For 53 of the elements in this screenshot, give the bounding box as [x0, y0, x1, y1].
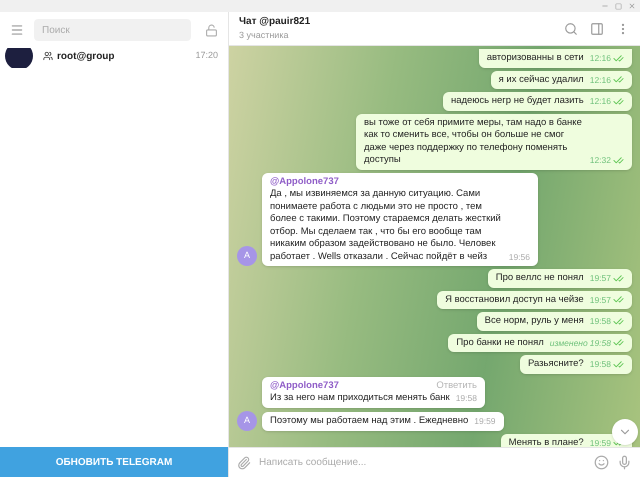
- chat-subtitle: 3 участника: [239, 29, 290, 42]
- message-time: 19:58: [456, 392, 477, 404]
- menu-icon[interactable]: [10, 23, 24, 37]
- message-time: 19:58: [590, 358, 611, 370]
- message-text: вы тоже от себя примите меры, там надо в банке как то сменить все, чтобы он больше не смог даже через поддержку по телефону поменять доступы: [364, 116, 583, 166]
- search-input[interactable]: Поиск: [42, 22, 183, 38]
- update-button[interactable]: ОБНОВИТЬ TELEGRAM: [0, 447, 228, 477]
- message-time: 12:32: [590, 154, 611, 166]
- message-author[interactable]: @Appolone737: [270, 380, 339, 392]
- message-text: Про банки не понял: [456, 336, 544, 349]
- message-time: 19:57: [590, 272, 611, 284]
- message-time: 19:59: [590, 436, 611, 447]
- avatar: [5, 48, 33, 68]
- message-text: авторизованны в сети: [486, 52, 584, 64]
- sidebar-toggle-icon[interactable]: [590, 22, 604, 36]
- chat-title: Чат @pauir821: [239, 15, 310, 30]
- message-text: надеюсь негр не будет лазить: [450, 95, 584, 108]
- message-time: 19:58: [590, 315, 611, 328]
- scroll-down-button[interactable]: [612, 419, 638, 445]
- message-time: 19:56: [508, 250, 530, 263]
- attach-icon[interactable]: [237, 456, 251, 470]
- maximize-icon[interactable]: [615, 2, 622, 10]
- message-text: Из за него нам приходиться менять банк: [270, 392, 450, 404]
- message-time: 19:59: [474, 415, 496, 428]
- message-text: Поэтому мы работаем над этим . Ежедневно: [270, 415, 468, 428]
- emoji-icon[interactable]: [594, 455, 609, 470]
- search-field[interactable]: Поиск: [34, 19, 191, 41]
- message-input[interactable]: Написать сообщение...: [259, 455, 586, 470]
- message-time: 12:16: [590, 52, 611, 64]
- avatar[interactable]: A: [237, 410, 257, 430]
- message-author[interactable]: @Appolone737: [270, 176, 339, 188]
- reply-link[interactable]: Ответить: [436, 380, 477, 392]
- message-time: 19:57: [590, 294, 611, 306]
- message-time: 19:58: [590, 336, 611, 349]
- message-text: Менять в плане?: [508, 436, 584, 447]
- chat-time: 17:20: [195, 49, 218, 62]
- message-text: Все норм, руль у меня: [484, 315, 584, 328]
- close-icon[interactable]: [628, 2, 636, 10]
- message-text: Разьясните?: [528, 358, 584, 370]
- avatar[interactable]: A: [237, 246, 257, 266]
- message-time: 12:16: [590, 74, 611, 86]
- group-icon: [43, 51, 53, 61]
- chat-name: root@group: [57, 50, 115, 64]
- message-text: Да , мы извиняемся за данную ситуацию. Сами понимаете работа с людьми это не просто , тем более с такими. Поэтому стараемся делать жесткий отбор. Мы сделаем так , что бы его вообще там никаким образом задействовано не было. Человек работает . Wells отказали . Сейчас пойдёт в чейз: [270, 188, 502, 263]
- message-text: Я восстановил доступ на чейзе: [445, 294, 584, 306]
- message-text: я их сейчас удалил: [498, 74, 584, 86]
- lock-icon[interactable]: [205, 24, 218, 36]
- search-icon[interactable]: [564, 22, 578, 36]
- microphone-icon[interactable]: [617, 455, 632, 470]
- message-time: 12:16: [590, 95, 611, 108]
- chat-list-item[interactable]: root@group 17:20: [0, 48, 228, 68]
- message-text: Про веллс не понял: [496, 272, 584, 284]
- edited-label: изменено: [550, 336, 588, 349]
